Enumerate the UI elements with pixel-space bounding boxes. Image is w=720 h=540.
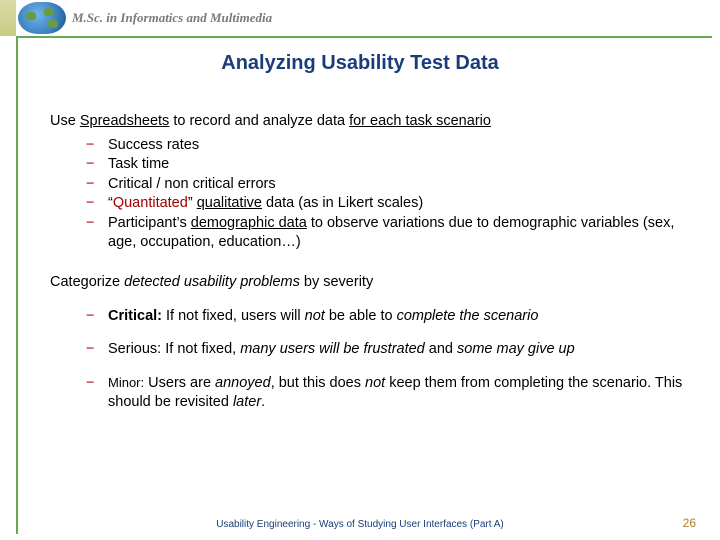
- text-italic: not: [365, 375, 385, 391]
- text: , but this does: [271, 375, 365, 391]
- divider-vertical: [16, 36, 18, 534]
- text-italic: detected usability problems: [124, 274, 300, 290]
- list-text: Critical: If not fixed, users will not b…: [108, 307, 690, 327]
- text: Users are: [144, 375, 215, 391]
- severity-list: − Critical: If not fixed, users will not…: [86, 307, 690, 413]
- intro-line: Use Spreadsheets to record and analyze d…: [50, 112, 690, 132]
- severity-minor: Minor:: [108, 375, 144, 390]
- list-text: Task time: [108, 155, 690, 175]
- text: Use: [50, 113, 80, 129]
- list-text: Serious: If not fixed, many users will b…: [108, 340, 690, 360]
- list-item: −Critical / non critical errors: [86, 175, 690, 195]
- text: data (as in Likert scales): [262, 195, 423, 211]
- text: .: [261, 394, 265, 410]
- text-italic: not: [305, 308, 325, 324]
- page-number: 26: [683, 516, 696, 530]
- categorize-line: Categorize detected usability problems b…: [50, 273, 690, 293]
- bullet-dash: −: [86, 374, 108, 413]
- text-red: Quantitated: [113, 195, 188, 211]
- list-item: − Minor: Users are annoyed, but this doe…: [86, 374, 690, 413]
- text-italic: annoyed: [215, 375, 271, 391]
- list-item: − Serious: If not fixed, many users will…: [86, 340, 690, 360]
- text: If not fixed, users will: [162, 308, 305, 324]
- list-text: Participant’s demographic data to observ…: [108, 214, 690, 253]
- globe-icon: [18, 2, 66, 34]
- slide-title: Analyzing Usability Test Data: [24, 52, 696, 75]
- list-text: Success rates: [108, 136, 690, 156]
- bullet-dash: −: [86, 155, 108, 175]
- text: to record and analyze data: [169, 113, 349, 129]
- list-item: − Critical: If not fixed, users will not…: [86, 307, 690, 327]
- text-underline: qualitative: [197, 195, 262, 211]
- header: M.Sc. in Informatics and Multimedia: [18, 0, 720, 36]
- text: Categorize: [50, 274, 124, 290]
- text: be able to: [325, 308, 397, 324]
- text-italic: later: [233, 394, 261, 410]
- text-underline: for each task scenario: [349, 113, 491, 129]
- text-underline: demographic data: [191, 215, 307, 231]
- footer: Usability Engineering - Ways of Studying…: [24, 519, 696, 530]
- divider-horizontal: [18, 36, 712, 38]
- list-text: Critical / non critical errors: [108, 175, 690, 195]
- list-item: −Task time: [86, 155, 690, 175]
- text: If not fixed,: [161, 341, 240, 357]
- text: and: [425, 341, 457, 357]
- bullet-dash: −: [86, 175, 108, 195]
- severity-critical: Critical:: [108, 308, 162, 324]
- bullet-dash: −: [86, 214, 108, 253]
- bullet-dash: −: [86, 194, 108, 214]
- bullet-dash: −: [86, 136, 108, 156]
- text-italic: many users will be frustrated: [240, 341, 425, 357]
- text-italic: complete the scenario: [397, 308, 539, 324]
- text: ”: [188, 195, 197, 211]
- side-strip: [0, 0, 16, 36]
- list-item: −Participant’s demographic data to obser…: [86, 214, 690, 253]
- list-item: −Success rates: [86, 136, 690, 156]
- program-title: M.Sc. in Informatics and Multimedia: [72, 10, 272, 26]
- text: Participant’s: [108, 215, 191, 231]
- bullet-dash: −: [86, 340, 108, 360]
- bullet-list: −Success rates −Task time −Critical / no…: [86, 136, 690, 253]
- text: by severity: [300, 274, 373, 290]
- bullet-dash: −: [86, 307, 108, 327]
- list-text: “Quantitated” qualitative data (as in Li…: [108, 194, 690, 214]
- severity-serious: Serious:: [108, 341, 161, 357]
- text-italic: some may give up: [457, 341, 575, 357]
- text-underline: Spreadsheets: [80, 113, 169, 129]
- slide-body: Use Spreadsheets to record and analyze d…: [50, 112, 690, 427]
- list-item: −“Quantitated” qualitative data (as in L…: [86, 194, 690, 214]
- list-text: Minor: Users are annoyed, but this does …: [108, 374, 690, 413]
